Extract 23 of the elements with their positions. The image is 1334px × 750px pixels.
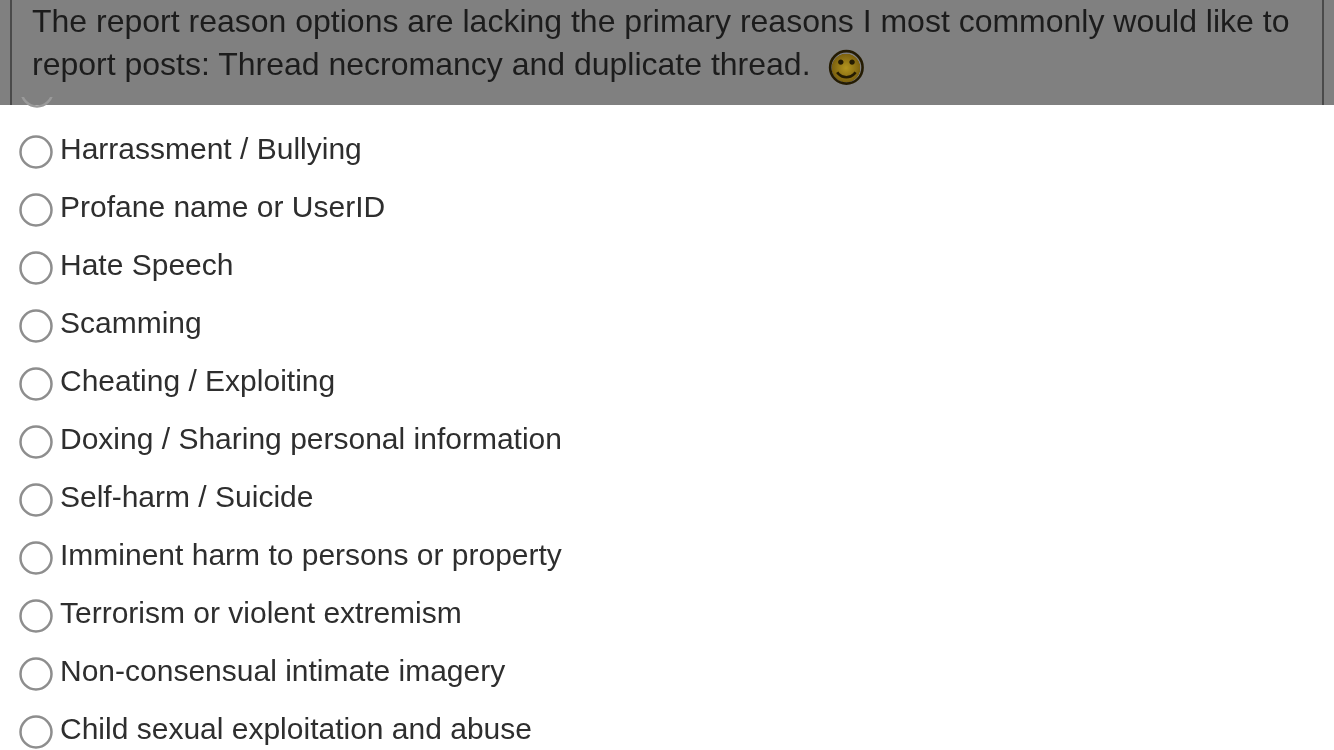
radio-button[interactable] [19,482,53,517]
option-label: Imminent harm to persons or property [60,539,562,571]
radio-button[interactable] [19,598,53,633]
option-label: Self-harm / Suicide [60,481,314,513]
radio-button[interactable] [19,134,53,169]
option-label: Terrorism or violent extremism [60,597,462,629]
radio-button[interactable] [20,97,54,108]
option-label: Cheating / Exploiting [60,365,336,397]
radio-button[interactable] [19,540,53,575]
option-label: Profane name or UserID [60,191,386,223]
option-label: Hate Speech [60,249,234,281]
option-label: Harrassment / Bullying [60,133,362,165]
radio-button[interactable] [19,308,53,343]
radio-button[interactable] [19,192,53,227]
option-label: Child sexual exploitation and abuse [60,713,532,745]
radio-button[interactable] [19,250,53,285]
radio-button[interactable] [19,714,53,749]
radio-button[interactable] [19,424,53,459]
radio-button[interactable] [19,656,53,691]
option-label: Doxing / Sharing personal information [60,423,562,455]
radio-button[interactable] [19,366,53,401]
option-label: Non-consensual intimate imagery [60,655,506,687]
option-label: Scamming [60,307,202,339]
